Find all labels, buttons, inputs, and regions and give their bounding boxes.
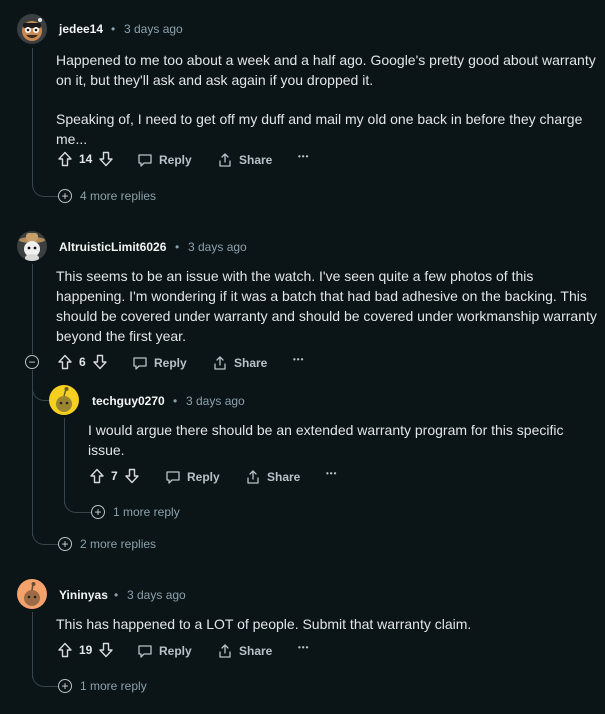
downvote-icon bbox=[99, 642, 114, 658]
avatar[interactable] bbox=[49, 385, 79, 415]
upvote-icon bbox=[90, 468, 104, 484]
more-replies-label: 1 more reply bbox=[80, 679, 147, 693]
thread-connector bbox=[32, 378, 50, 401]
reply-label: Reply bbox=[154, 356, 187, 370]
timestamp[interactable]: 3 days ago bbox=[188, 240, 247, 254]
share-button[interactable]: Share bbox=[217, 643, 272, 659]
expand-icon: + bbox=[58, 679, 72, 693]
avatar[interactable] bbox=[17, 14, 47, 44]
username[interactable]: Yininyas bbox=[59, 588, 108, 602]
username[interactable]: jedee14 bbox=[59, 22, 103, 36]
comment-paragraph: Happened to me too about a week and a ha… bbox=[56, 52, 596, 88]
separator: • bbox=[175, 240, 180, 254]
reply-button[interactable]: Reply bbox=[132, 355, 187, 371]
share-icon bbox=[214, 356, 226, 370]
share-button[interactable]: Share bbox=[217, 152, 272, 168]
thread-line[interactable] bbox=[32, 612, 33, 678]
downvote-button[interactable] bbox=[124, 468, 140, 484]
share-label: Share bbox=[239, 153, 273, 167]
vote-group: 6 bbox=[57, 354, 108, 370]
username[interactable]: AltruisticLimit6026 bbox=[59, 240, 166, 254]
comment-body: This seems to be an issue with the watch… bbox=[56, 268, 597, 344]
more-replies-label: 2 more replies bbox=[80, 537, 157, 551]
vote-group: 7 bbox=[89, 468, 140, 484]
username[interactable]: techguy0270 bbox=[92, 394, 165, 408]
more-options-icon[interactable]: ••• bbox=[293, 355, 304, 364]
thread-connector bbox=[32, 670, 59, 687]
separator: • bbox=[111, 22, 116, 36]
upvote-icon bbox=[58, 151, 72, 167]
share-icon bbox=[219, 644, 231, 658]
timestamp[interactable]: 3 days ago bbox=[127, 588, 186, 602]
vote-group: 19 bbox=[57, 642, 114, 658]
more-replies-button[interactable]: + 2 more replies bbox=[58, 537, 156, 551]
vote-count: 14 bbox=[79, 152, 93, 166]
comment-body: I would argue there should be an extende… bbox=[88, 422, 564, 458]
downvote-icon bbox=[99, 151, 114, 167]
thread-connector bbox=[64, 496, 92, 513]
thread-connector bbox=[32, 180, 59, 197]
separator: • bbox=[114, 588, 119, 602]
comment-body: This has happened to a LOT of people. Su… bbox=[56, 616, 472, 632]
more-options-icon[interactable]: ••• bbox=[298, 152, 309, 161]
share-button[interactable]: Share bbox=[245, 469, 300, 485]
vote-count: 7 bbox=[111, 469, 118, 483]
more-replies-button[interactable]: + 1 more reply bbox=[91, 505, 180, 519]
share-icon bbox=[219, 153, 231, 167]
thread-line[interactable] bbox=[64, 418, 65, 504]
downvote-icon bbox=[92, 354, 107, 370]
expand-icon: + bbox=[58, 537, 72, 551]
share-label: Share bbox=[267, 470, 301, 484]
collapse-button[interactable]: − bbox=[25, 355, 39, 369]
downvote-button[interactable] bbox=[98, 151, 114, 167]
share-icon bbox=[247, 470, 259, 484]
vote-count: 19 bbox=[79, 643, 93, 657]
reply-button[interactable]: Reply bbox=[165, 469, 220, 485]
thread-line[interactable] bbox=[32, 264, 33, 354]
reply-button[interactable]: Reply bbox=[137, 152, 192, 168]
more-replies-label: 1 more reply bbox=[113, 505, 180, 519]
comment-body: Happened to me too about a week and a ha… bbox=[56, 50, 596, 149]
reply-label: Reply bbox=[159, 153, 192, 167]
comment-icon bbox=[133, 357, 147, 370]
reply-label: Reply bbox=[159, 644, 192, 658]
share-button[interactable]: Share bbox=[212, 355, 267, 371]
more-replies-button[interactable]: + 1 more reply bbox=[58, 679, 147, 693]
comment-paragraph: Speaking of, I need to get off my duff a… bbox=[56, 111, 583, 147]
upvote-button[interactable] bbox=[89, 468, 105, 484]
more-replies-label: 4 more replies bbox=[80, 189, 157, 203]
downvote-button[interactable] bbox=[98, 642, 114, 658]
reply-button[interactable]: Reply bbox=[137, 643, 192, 659]
thread-connector bbox=[32, 528, 59, 545]
share-label: Share bbox=[239, 644, 273, 658]
expand-icon: + bbox=[91, 505, 105, 519]
timestamp[interactable]: 3 days ago bbox=[124, 22, 183, 36]
avatar[interactable] bbox=[17, 579, 47, 609]
avatar[interactable] bbox=[17, 231, 47, 261]
expand-icon: + bbox=[58, 189, 72, 203]
comment-icon bbox=[138, 154, 152, 167]
separator: • bbox=[173, 394, 178, 408]
downvote-button[interactable] bbox=[92, 354, 108, 370]
comment-icon bbox=[138, 645, 152, 658]
vote-count: 6 bbox=[79, 355, 86, 369]
upvote-button[interactable] bbox=[57, 354, 73, 370]
upvote-icon bbox=[58, 354, 72, 370]
upvote-icon bbox=[58, 642, 72, 658]
comment-icon bbox=[166, 471, 180, 484]
reply-label: Reply bbox=[187, 470, 220, 484]
upvote-button[interactable] bbox=[57, 151, 73, 167]
more-replies-button[interactable]: + 4 more replies bbox=[58, 189, 156, 203]
more-options-icon[interactable]: ••• bbox=[298, 643, 309, 652]
upvote-button[interactable] bbox=[57, 642, 73, 658]
share-label: Share bbox=[234, 356, 268, 370]
more-options-icon[interactable]: ••• bbox=[326, 469, 337, 478]
thread-line[interactable] bbox=[32, 48, 33, 186]
downvote-icon bbox=[124, 468, 139, 484]
timestamp[interactable]: 3 days ago bbox=[186, 394, 245, 408]
vote-group: 14 bbox=[57, 151, 114, 167]
